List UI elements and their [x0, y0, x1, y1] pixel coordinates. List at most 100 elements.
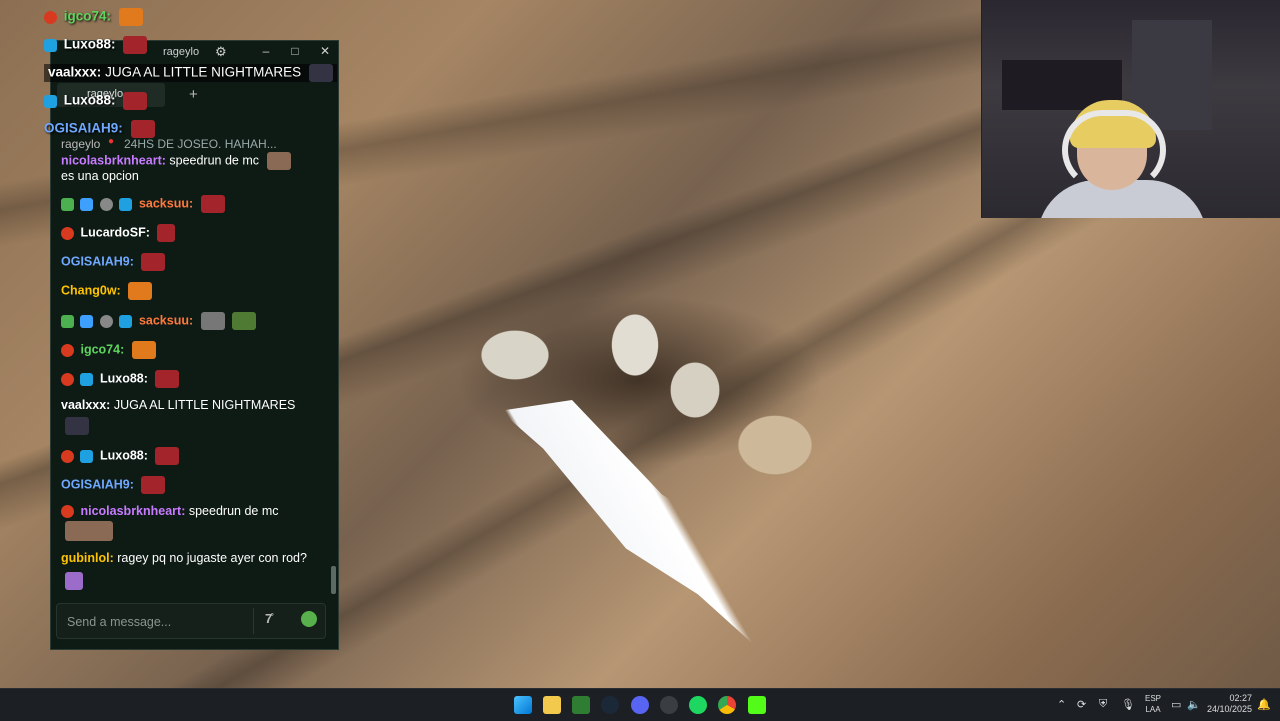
chat-username[interactable]: nicolasbrknheart: [61, 153, 166, 167]
overlay-chat-line: Luxo88: [44, 92, 148, 110]
chat-text: JUGA AL LITTLE NIGHTMARES [113, 398, 296, 412]
chat-message-emotes [61, 572, 83, 590]
discord-icon[interactable] [631, 696, 649, 714]
overlay-username: vaalxxx: [48, 64, 102, 80]
chat-message: igco74: [61, 341, 156, 359]
badge-icon [61, 314, 74, 328]
chat-username[interactable]: OGISAIAH9: [61, 477, 134, 491]
kick-icon[interactable] [748, 696, 766, 714]
chat-message: Luxo88: [61, 447, 180, 465]
emote-icon [65, 521, 113, 541]
chat-message: nicolasbrknheart: speedrun de mc [61, 152, 291, 170]
clock-date: 24/10/2025 [1206, 704, 1252, 714]
chat-username[interactable]: gubinlol: [61, 551, 114, 565]
emote-icon [123, 36, 148, 54]
badge-icon [61, 197, 74, 211]
clock[interactable]: 02:27 24/10/2025 [1206, 693, 1252, 715]
chat-message: sacksuu: [61, 312, 257, 330]
chat-username[interactable]: sacksuu: [139, 313, 193, 327]
emote-icon [131, 341, 156, 359]
add-tab-button[interactable]: + [189, 86, 198, 103]
chat-scrollbar[interactable] [331, 566, 336, 594]
badge-icon [61, 505, 74, 519]
cube-badge-icon [119, 314, 133, 328]
badge-icon [61, 449, 74, 463]
chat-message: Luxo88: [61, 370, 180, 388]
emote-icon [157, 224, 176, 242]
chat-input[interactable] [65, 612, 249, 632]
close-button[interactable]: ✕ [316, 44, 334, 58]
emote-icon [155, 370, 180, 388]
chat-message: OGISAIAH9: [61, 476, 166, 494]
emote-picker-icon[interactable] [301, 611, 317, 627]
chat-username[interactable]: Luxo88: [100, 448, 148, 462]
overlay-username: igco74: [63, 8, 112, 24]
input-divider [253, 608, 254, 634]
clock-time: 02:27 [1229, 693, 1252, 703]
emote-icon [200, 195, 225, 213]
emote-icon [308, 64, 333, 82]
window-title: rageylo [163, 46, 200, 58]
emote-icon [128, 282, 153, 300]
cube-badge-icon [80, 449, 94, 463]
language-indicator[interactable]: ESP LAA [1143, 693, 1163, 715]
badge-icon [61, 343, 74, 357]
emote-icon [141, 253, 166, 271]
sword-badge-icon [80, 314, 94, 328]
chat-username[interactable]: Luxo88: [100, 371, 148, 385]
chat-username[interactable]: nicolasbrknheart: [80, 504, 185, 518]
overlay-chat-line: vaalxxx: JUGA AL LITTLE NIGHTMARES [44, 64, 337, 82]
translate-icon[interactable]: 7̊ [265, 611, 272, 626]
chat-message: es una opcion [61, 169, 139, 183]
cube-badge-icon [119, 197, 133, 211]
notification-icon[interactable]: 🔔 [1257, 698, 1271, 711]
maximize-button[interactable]: □ [286, 44, 304, 58]
badge-icon [61, 226, 74, 240]
chat-message: nicolasbrknheart: speedrun de mc [61, 504, 279, 519]
file-explorer-icon[interactable] [543, 696, 561, 714]
stream-title: 24HS DE JOSEO. HAHAH... [124, 137, 277, 151]
chat-message: LucardoSF: [61, 224, 176, 242]
chat-username[interactable]: vaalxxx: [61, 398, 110, 412]
app-icon[interactable] [660, 696, 678, 714]
sync-icon[interactable]: ⟳ [1077, 698, 1086, 711]
microphone-icon[interactable]: 🎙 [1121, 698, 1135, 711]
badge-icon [99, 197, 113, 211]
overlay-chat-line: Luxo88: [44, 36, 148, 54]
emote-icon [130, 120, 155, 138]
chat-username[interactable]: LucardoSF: [80, 225, 149, 239]
volume-icon[interactable]: 🔈 [1187, 698, 1201, 711]
chrome-icon[interactable] [718, 696, 736, 714]
chat-username[interactable]: Chang0w: [61, 283, 121, 297]
emote-icon [266, 152, 291, 170]
cube-badge-icon [44, 38, 57, 52]
sword-badge-icon [80, 197, 94, 211]
badge-icon [44, 10, 57, 24]
chat-message: OGISAIAH9: [61, 253, 166, 271]
chat-username[interactable]: sacksuu: [139, 196, 193, 210]
taskbar: ⌃ ⟳ ⛨ 🎙 ESP LAA ▭ 🔈 02:27 24/10/2025 🔔 [0, 688, 1280, 721]
steam-icon[interactable] [601, 696, 619, 714]
emote-icon [200, 312, 225, 330]
emote-icon [118, 8, 143, 26]
chat-username[interactable]: OGISAIAH9: [61, 254, 134, 268]
chat-message: sacksuu: [61, 195, 225, 213]
gear-icon[interactable]: ⚙ [215, 44, 227, 60]
emote-icon [155, 447, 180, 465]
overlay-username: Luxo88: [63, 92, 116, 108]
channel-name: rageylo [61, 137, 101, 151]
cube-badge-icon [80, 372, 94, 386]
network-icon[interactable]: ▭ [1171, 698, 1181, 711]
cube-badge-icon [44, 94, 57, 108]
app-icon[interactable] [572, 696, 590, 714]
minimize-button[interactable]: – [257, 44, 275, 58]
spotify-icon[interactable] [689, 696, 707, 714]
chat-message: gubinlol: ragey pq no jugaste ayer con r… [61, 551, 307, 565]
windows-start-icon[interactable] [514, 696, 532, 714]
overlay-username: Luxo88: [63, 36, 116, 52]
chevron-up-icon[interactable]: ⌃ [1057, 698, 1066, 711]
overlay-chat-line: igco74: [44, 8, 143, 26]
badge-icon [99, 314, 113, 328]
security-icon[interactable]: ⛨ [1099, 698, 1107, 711]
chat-username[interactable]: igco74: [80, 342, 124, 356]
